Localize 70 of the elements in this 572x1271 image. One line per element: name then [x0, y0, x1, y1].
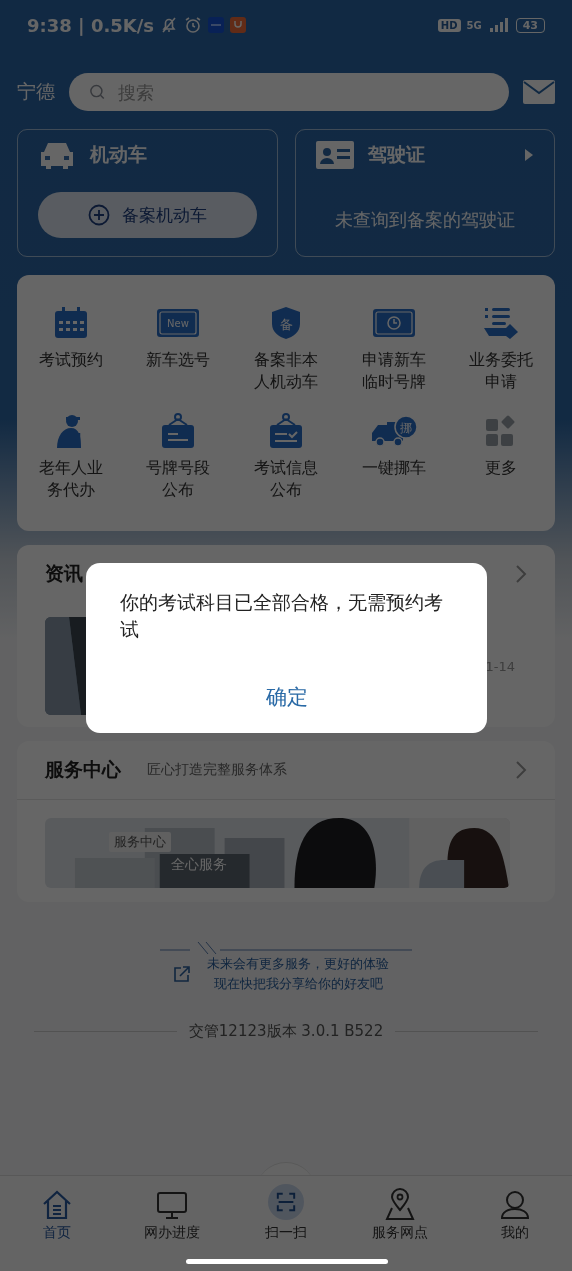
- license-card[interactable]: 驾驶证 未查询到备案的驾驶证: [294, 129, 555, 257]
- monitor-icon: [156, 1192, 187, 1220]
- service-label: 老年人业务代办: [37, 457, 104, 501]
- calendar-icon: [53, 307, 88, 339]
- hanging-sign-check-icon: [269, 413, 303, 449]
- shield-icon: 备: [270, 306, 302, 340]
- caret-icon: [524, 148, 534, 162]
- tab-item[interactable]: 扫一扫: [228, 1184, 344, 1242]
- service-item[interactable]: 号牌号段公布: [124, 413, 233, 501]
- tab-item[interactable]: 我的: [457, 1184, 572, 1242]
- service-item[interactable]: 备 备案非本人机动车: [232, 305, 340, 393]
- hand-list-icon: [483, 306, 520, 340]
- tab-item[interactable]: 网办进度: [114, 1184, 229, 1242]
- service-label: 备案非本人机动车: [253, 349, 319, 393]
- hanging-sign-icon: [161, 413, 196, 449]
- id-card-icon: [315, 141, 354, 169]
- map-pin-icon: [384, 1188, 417, 1220]
- signal-icon: [487, 18, 510, 32]
- share-icon[interactable]: [173, 965, 191, 983]
- app-icon: [208, 17, 224, 33]
- service-item[interactable]: 申请新车临时号牌: [339, 305, 448, 393]
- tab-item[interactable]: 服务网点: [343, 1184, 458, 1242]
- plate-clock-icon: [371, 308, 416, 338]
- share-text: 现在快把我分享给你的好友吧: [213, 975, 383, 993]
- user-icon: [499, 1190, 530, 1220]
- service-label: 考试预约: [37, 349, 104, 371]
- service-label: 一键挪车: [360, 457, 427, 479]
- service-item[interactable]: 考试信息公布: [232, 413, 340, 501]
- card-title: 驾驶证: [367, 142, 425, 167]
- bell-off-icon: [160, 16, 178, 34]
- service-item[interactable]: 考试预约: [17, 305, 125, 393]
- search-icon: [89, 83, 106, 101]
- service-item[interactable]: 挪 一键挪车: [339, 413, 448, 501]
- service-label: 更多: [484, 457, 519, 479]
- confirm-button[interactable]: 确定: [255, 679, 318, 715]
- battery-indicator: 43: [515, 17, 545, 33]
- network-label: 5G: [466, 19, 482, 31]
- alarm-icon: [184, 16, 202, 34]
- status-time: 9:38 | 0.5K/s: [27, 14, 154, 36]
- vehicle-card[interactable]: 机动车 备案机动车: [17, 129, 278, 257]
- service-label: 考试信息公布: [253, 457, 319, 501]
- chevron-right-icon[interactable]: [515, 760, 527, 780]
- tab-item[interactable]: 首页: [0, 1184, 115, 1242]
- service-label: 号牌号段公布: [145, 457, 212, 501]
- register-vehicle-button[interactable]: 备案机动车: [38, 192, 257, 238]
- service-item[interactable]: 老年人业务代办: [17, 413, 125, 501]
- service-label: 业务委托申请: [468, 349, 535, 393]
- service-item[interactable]: 更多: [447, 413, 555, 501]
- car-icon: [38, 140, 76, 170]
- app-icon: [230, 17, 246, 33]
- license-message: 未查询到备案的驾驶证: [333, 208, 516, 232]
- chevron-right-icon[interactable]: [515, 564, 527, 584]
- license-plate-icon: New: [156, 308, 201, 338]
- banner-tag: 服务中心: [109, 832, 171, 852]
- section-title: 服务中心: [45, 757, 121, 782]
- dialog-message: 你的考试科目已全部合格，无需预约考试: [120, 590, 444, 642]
- hd-badge: HD: [437, 18, 461, 32]
- section-title: 资讯: [45, 561, 83, 586]
- plus-circle-icon: [87, 204, 110, 226]
- service-item[interactable]: New 新车选号: [124, 305, 233, 393]
- service-item[interactable]: 业务委托申请: [447, 305, 555, 393]
- card-title: 机动车: [90, 142, 147, 167]
- mail-icon[interactable]: [523, 80, 555, 104]
- share-text: 未来会有更多服务，更好的体验: [207, 955, 389, 973]
- service-label: 新车选号: [145, 349, 212, 371]
- city-label[interactable]: 宁德: [17, 79, 55, 105]
- service-label: 申请新车临时号牌: [360, 349, 427, 393]
- section-subtitle: 匠心打造完整服务体系: [147, 761, 287, 779]
- home-icon: [42, 1190, 73, 1220]
- version-text: 交管12123版本 3.0.1 B522: [188, 1022, 384, 1041]
